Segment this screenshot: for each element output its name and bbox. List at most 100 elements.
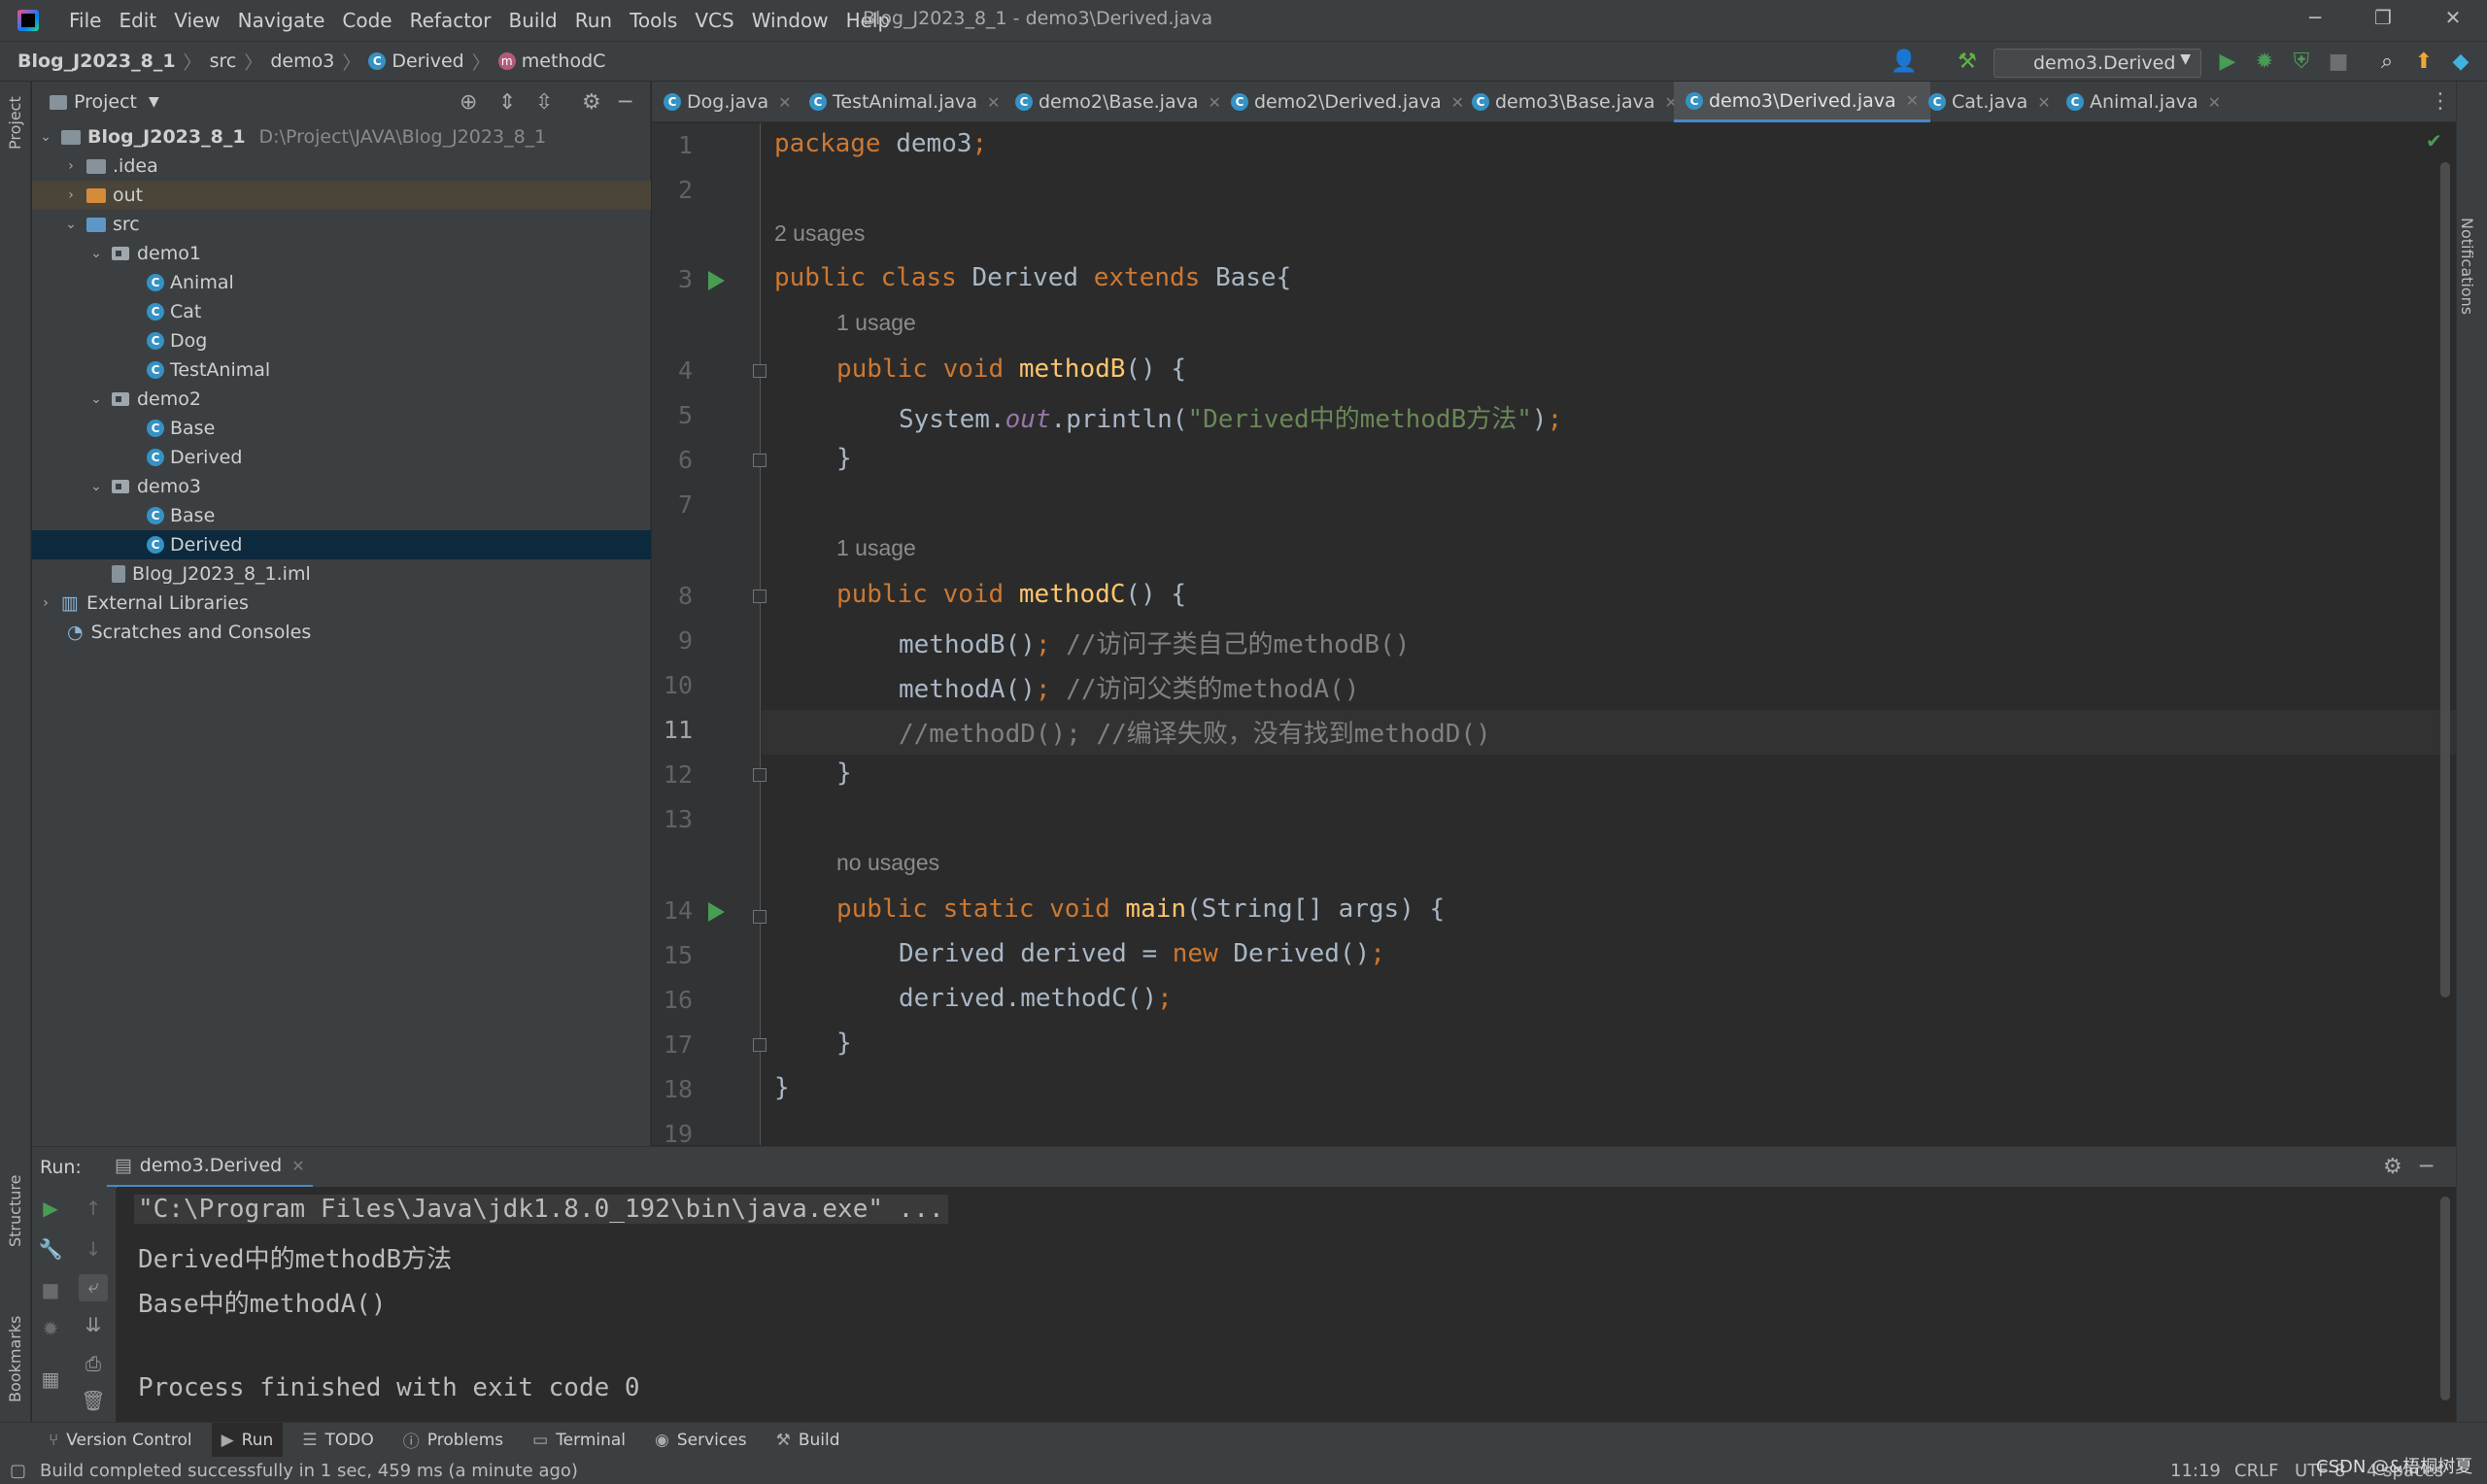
tab-todo[interactable]: ☰ TODO bbox=[302, 1431, 374, 1450]
user-icon[interactable]: 👤 bbox=[1891, 50, 1917, 75]
cursor-position[interactable]: 11:19 bbox=[2170, 1461, 2221, 1481]
menu-edit[interactable]: Edit bbox=[110, 9, 165, 32]
gear-icon[interactable]: ⚙ bbox=[582, 90, 601, 115]
breadcrumb-methodc[interactable]: methodC bbox=[522, 51, 606, 72]
breadcrumb-src[interactable]: src bbox=[210, 51, 237, 72]
tab-services[interactable]: ◉ Services bbox=[655, 1431, 747, 1450]
layout-icon[interactable]: ▦ bbox=[36, 1367, 65, 1395]
editor-scrollbar[interactable] bbox=[2440, 162, 2450, 997]
close-icon[interactable]: ✕ bbox=[778, 93, 791, 112]
console-output[interactable]: "C:\Program Files\Java\jdk1.8.0_192\bin\… bbox=[117, 1187, 2456, 1422]
breadcrumb-derived[interactable]: Derived bbox=[392, 51, 463, 72]
down-arrow-icon[interactable]: ↓ bbox=[79, 1237, 108, 1265]
scroll-to-end-icon[interactable]: ⇊ bbox=[79, 1313, 108, 1340]
build-hammer-icon[interactable]: ⚒ bbox=[1955, 50, 1980, 75]
minimize-icon[interactable]: ─ bbox=[2302, 6, 2328, 31]
soft-wrap-icon[interactable]: ⤶ bbox=[79, 1274, 108, 1301]
tab-demo2-derived-java[interactable]: C demo2\Derived.java ✕ bbox=[1231, 82, 1464, 122]
close-icon[interactable]: ✕ bbox=[2440, 6, 2466, 31]
chevron-down-icon[interactable]: ▼ bbox=[149, 94, 159, 110]
fold-icon[interactable] bbox=[753, 590, 767, 603]
structure-tool-button[interactable]: Structure bbox=[6, 1175, 24, 1247]
tab-cat-java[interactable]: C Cat.java ✕ bbox=[1928, 82, 2051, 122]
menu-build[interactable]: Build bbox=[500, 9, 566, 32]
tab-demo3-derived-java[interactable]: C demo3\Derived.java ✕ bbox=[1674, 82, 1931, 122]
bookmarks-tool-button[interactable]: Bookmarks bbox=[6, 1316, 24, 1402]
chevron-down-icon[interactable]: ⌄ bbox=[63, 217, 79, 232]
run-gutter-icon[interactable] bbox=[708, 902, 725, 922]
tree-row-cat[interactable]: C Cat bbox=[32, 297, 651, 326]
tab-testanimal-java[interactable]: C TestAnimal.java ✕ bbox=[809, 82, 1000, 122]
tree-row-testanimal[interactable]: C TestAnimal bbox=[32, 355, 651, 385]
debug-icon[interactable]: ✹ bbox=[2252, 50, 2277, 75]
usage-hint[interactable]: no usages bbox=[836, 850, 939, 876]
panel-toggle-icon[interactable]: ▢ bbox=[10, 1461, 26, 1481]
tree-row-demo3-base[interactable]: C Base bbox=[32, 501, 651, 530]
stop-icon[interactable]: ■ bbox=[36, 1278, 65, 1305]
close-icon[interactable]: ✕ bbox=[1906, 91, 1919, 110]
more-tabs-icon[interactable]: ⋮ bbox=[2430, 89, 2451, 114]
close-icon[interactable]: ✕ bbox=[291, 1157, 304, 1175]
tree-row-iml[interactable]: Blog_J2023_8_1.iml bbox=[32, 559, 651, 589]
tab-build[interactable]: ⚒ Build bbox=[776, 1431, 840, 1450]
close-icon[interactable]: ✕ bbox=[987, 93, 1000, 112]
menu-refactor[interactable]: Refactor bbox=[401, 9, 500, 32]
rerun-icon[interactable]: ▶ bbox=[36, 1197, 65, 1224]
menu-view[interactable]: View bbox=[165, 9, 228, 32]
run-gutter-icon[interactable] bbox=[708, 271, 725, 290]
usage-hint[interactable]: 1 usage bbox=[836, 535, 916, 561]
breadcrumb-demo3[interactable]: demo3 bbox=[270, 51, 334, 72]
status-message[interactable]: Build completed successfully in 1 sec, 4… bbox=[40, 1461, 578, 1481]
chevron-down-icon[interactable]: ⌄ bbox=[88, 246, 104, 261]
menu-window[interactable]: Window bbox=[743, 9, 837, 32]
close-icon[interactable]: ✕ bbox=[1451, 93, 1464, 112]
fold-icon[interactable] bbox=[753, 768, 767, 782]
tab-terminal[interactable]: ▭ Terminal bbox=[532, 1431, 626, 1450]
tree-row-project-root[interactable]: ⌄ Blog_J2023_8_1 D:\Project\JAVA\Blog_J2… bbox=[32, 122, 651, 152]
run-tab[interactable]: ▤ demo3.Derived ✕ bbox=[106, 1147, 313, 1188]
tree-row-scratches[interactable]: ◔ Scratches and Consoles bbox=[32, 618, 651, 647]
chevron-right-icon[interactable]: › bbox=[63, 158, 79, 174]
menu-tools[interactable]: Tools bbox=[621, 9, 686, 32]
tree-row-src[interactable]: ⌄ src bbox=[32, 210, 651, 239]
code-editor[interactable]: 1 2 3 4 5 6 7 8 9 10 11 12 13 14 15 16 1… bbox=[652, 123, 2456, 1145]
run-config-selector[interactable]: demo3.Derived ▼ bbox=[1993, 49, 2201, 78]
chevron-right-icon[interactable]: › bbox=[63, 187, 79, 203]
collapse-all-icon[interactable]: ⇳ bbox=[535, 90, 553, 115]
tree-row-dog[interactable]: C Dog bbox=[32, 326, 651, 355]
stop-icon[interactable]: ■ bbox=[2326, 50, 2351, 75]
wrench-icon[interactable]: 🔧 bbox=[36, 1237, 65, 1265]
locate-icon[interactable]: ⊕ bbox=[460, 90, 477, 115]
no-problems-check-icon[interactable]: ✔ bbox=[2426, 129, 2442, 152]
tree-row-external-libraries[interactable]: › ▥ External Libraries bbox=[32, 589, 651, 618]
tree-row-demo1[interactable]: ⌄ demo1 bbox=[32, 239, 651, 268]
tab-dog-java[interactable]: C Dog.java ✕ bbox=[664, 82, 792, 122]
tree-row-demo2-base[interactable]: C Base bbox=[32, 414, 651, 443]
run-icon[interactable]: ▶ bbox=[2215, 50, 2240, 75]
menu-file[interactable]: File bbox=[60, 9, 110, 32]
coverage-icon[interactable]: ⛨ bbox=[2289, 50, 2314, 75]
fold-icon[interactable] bbox=[753, 364, 767, 378]
tree-row-demo3[interactable]: ⌄ demo3 bbox=[32, 472, 651, 501]
fold-icon[interactable] bbox=[753, 910, 767, 924]
project-panel-title[interactable]: Project bbox=[74, 91, 137, 113]
hide-icon[interactable]: ─ bbox=[2420, 1155, 2433, 1179]
chevron-down-icon[interactable]: ⌄ bbox=[38, 129, 53, 145]
console-scrollbar[interactable] bbox=[2440, 1197, 2450, 1400]
usage-hint[interactable]: 2 usages bbox=[774, 220, 865, 247]
tab-demo3-base-java[interactable]: C demo3\Base.java ✕ bbox=[1472, 82, 1678, 122]
tab-animal-java[interactable]: C Animal.java ✕ bbox=[2066, 82, 2221, 122]
fold-icon[interactable] bbox=[753, 454, 767, 467]
hide-icon[interactable]: ─ bbox=[619, 90, 631, 115]
tab-run[interactable]: ▶ Run bbox=[211, 1422, 284, 1458]
tree-row-demo2[interactable]: ⌄ demo2 bbox=[32, 385, 651, 414]
debug-disabled-icon[interactable]: ✹ bbox=[36, 1317, 65, 1344]
breadcrumb-project[interactable]: Blog_J2023_8_1 bbox=[17, 51, 176, 72]
tab-demo2-base-java[interactable]: C demo2\Base.java ✕ bbox=[1015, 82, 1221, 122]
tree-row-out[interactable]: › out bbox=[32, 181, 651, 210]
update-icon[interactable]: ⬆ bbox=[2411, 50, 2436, 75]
tree-row-animal[interactable]: C Animal bbox=[32, 268, 651, 297]
menu-vcs[interactable]: VCS bbox=[686, 9, 742, 32]
project-tool-button[interactable]: Project bbox=[6, 96, 24, 150]
close-icon[interactable]: ✕ bbox=[2037, 93, 2050, 112]
